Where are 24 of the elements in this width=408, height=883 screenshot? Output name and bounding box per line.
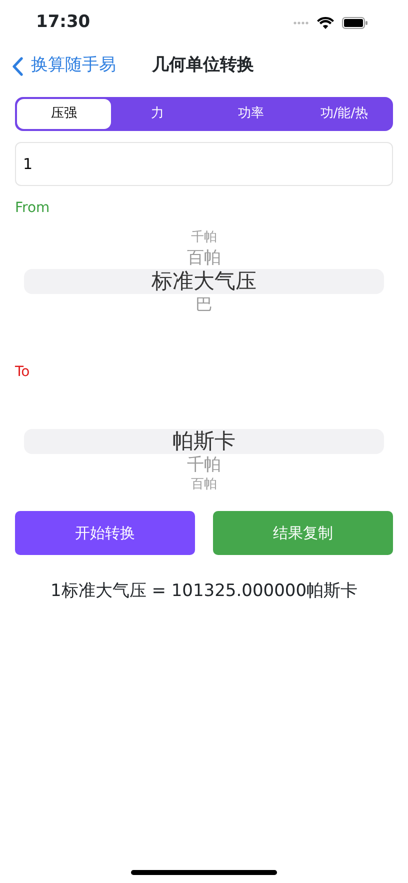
signal-icon bbox=[293, 20, 309, 24]
picker-label: To bbox=[15, 363, 31, 382]
copy-button[interactable]: 结果复制 bbox=[213, 511, 393, 555]
result-text: 1标准大气压 = 101325.000000帕斯卡 bbox=[49, 580, 359, 603]
back-button[interactable]: 换算随手易 bbox=[12, 53, 116, 79]
battery-icon bbox=[342, 16, 368, 28]
picker-label: From bbox=[15, 199, 51, 218]
segment-tab[interactable]: 力 bbox=[110, 99, 204, 129]
value-input[interactable]: 1 bbox=[15, 142, 393, 186]
segment-tab[interactable]: 压强 bbox=[17, 99, 110, 129]
picker-option[interactable]: 巴 bbox=[196, 294, 212, 316]
picker-option[interactable]: 千帕 bbox=[187, 454, 221, 476]
picker-option[interactable]: 千帕 bbox=[191, 229, 217, 247]
picker-option[interactable]: 帕斯卡 bbox=[24, 429, 384, 454]
back-chevron-icon bbox=[12, 56, 23, 76]
picker-option[interactable]: 百帕 bbox=[187, 247, 221, 269]
segment-tab[interactable]: 功/能/热 bbox=[298, 99, 391, 129]
convert-button[interactable]: 开始转换 bbox=[15, 511, 195, 555]
wifi-icon bbox=[317, 16, 334, 28]
status-time: 17:30 bbox=[36, 10, 90, 34]
picker-option[interactable]: 百帕 bbox=[191, 476, 217, 494]
nav-title: 几何单位转换 bbox=[152, 54, 254, 78]
segment-tab[interactable]: 功率 bbox=[204, 99, 298, 129]
picker-option[interactable]: 标准大气压 bbox=[24, 269, 384, 294]
